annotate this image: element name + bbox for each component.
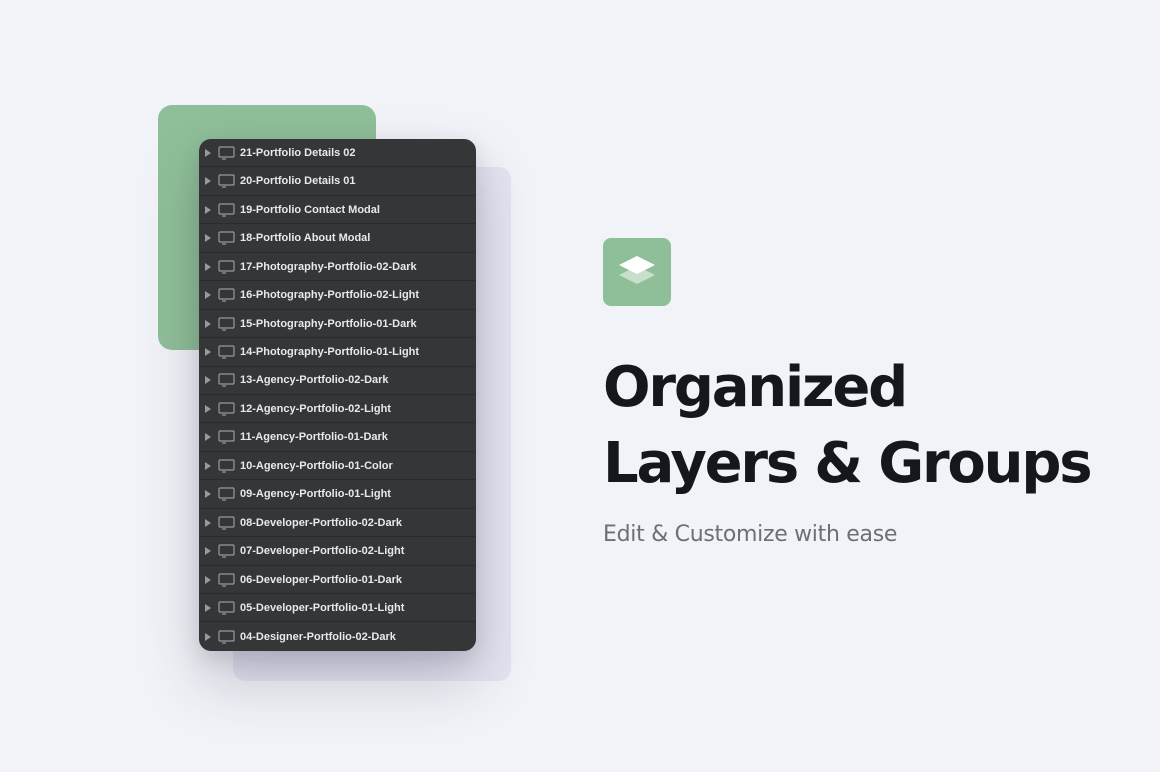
disclosure-triangle-icon[interactable] [205, 632, 211, 641]
artboard-icon [218, 601, 235, 615]
layer-row[interactable]: 11-Agency-Portfolio-01-Dark [199, 424, 476, 452]
layer-label: 18-Portfolio About Modal [240, 232, 371, 245]
disclosure-triangle-icon[interactable] [205, 262, 211, 271]
artboard-icon [218, 487, 235, 501]
layer-row[interactable]: 07-Developer-Portfolio-02-Light [199, 538, 476, 566]
artboard-icon [218, 260, 235, 274]
disclosure-triangle-icon[interactable] [205, 234, 211, 243]
layer-label: 08-Developer-Portfolio-02-Dark [240, 516, 402, 529]
layer-row[interactable]: 04-Designer-Portfolio-02-Dark [199, 623, 476, 651]
disclosure-triangle-icon[interactable] [205, 433, 211, 442]
feature-subtitle: Edit & Customize with ease [603, 522, 898, 547]
layer-row[interactable]: 20-Portfolio Details 01 [199, 168, 476, 196]
layer-label: 06-Developer-Portfolio-01-Dark [240, 573, 402, 586]
layer-label: 09-Agency-Portfolio-01-Light [240, 488, 391, 501]
layer-row[interactable]: 08-Developer-Portfolio-02-Dark [199, 509, 476, 538]
disclosure-triangle-icon[interactable] [205, 490, 211, 499]
layer-row[interactable]: 12-Agency-Portfolio-02-Light [199, 395, 476, 424]
layer-row[interactable]: 15-Photography-Portfolio-01-Dark [199, 310, 476, 339]
artboard-icon [218, 316, 235, 331]
artboard-icon [218, 430, 235, 444]
layer-label: 19-Portfolio Contact Modal [240, 203, 380, 216]
artboard-icon [218, 516, 235, 530]
layer-row[interactable]: 05-Developer-Portfolio-01-Light [199, 594, 476, 623]
disclosure-triangle-icon[interactable] [205, 404, 211, 413]
artboard-icon [218, 231, 235, 245]
disclosure-triangle-icon[interactable] [205, 461, 211, 470]
disclosure-triangle-icon[interactable] [205, 575, 211, 584]
heading-line-1: Organized [603, 355, 908, 420]
layer-row[interactable]: 10-Agency-Portfolio-01-Color [199, 452, 476, 481]
layer-label: 15-Photography-Portfolio-01-Dark [240, 317, 417, 330]
layer-row[interactable]: 14-Photography-Portfolio-01-Light [199, 339, 476, 367]
layer-label: 11-Agency-Portfolio-01-Dark [240, 431, 388, 444]
disclosure-triangle-icon[interactable] [205, 547, 211, 556]
disclosure-triangle-icon[interactable] [205, 348, 211, 356]
artboard-icon [218, 544, 235, 558]
disclosure-triangle-icon[interactable] [205, 518, 211, 527]
artboard-icon [218, 630, 235, 644]
artboard-icon [218, 146, 235, 160]
layer-row[interactable]: 18-Portfolio About Modal [199, 225, 476, 253]
layer-label: 14-Photography-Portfolio-01-Light [240, 346, 420, 358]
artboard-icon [218, 345, 235, 359]
artboard-icon [218, 572, 235, 587]
disclosure-triangle-icon[interactable] [205, 319, 211, 328]
layer-row[interactable]: 17-Photography-Portfolio-02-Dark [199, 253, 476, 282]
layer-label: 17-Photography-Portfolio-02-Dark [240, 260, 417, 273]
artboard-icon [218, 373, 235, 388]
layer-row[interactable]: 19-Portfolio Contact Modal [199, 196, 476, 225]
artboard-icon [218, 288, 235, 302]
disclosure-triangle-icon[interactable] [205, 205, 211, 214]
layer-row[interactable]: 09-Agency-Portfolio-01-Light [199, 481, 476, 509]
disclosure-triangle-icon[interactable] [205, 148, 211, 157]
layer-label: 20-Portfolio Details 01 [240, 175, 356, 188]
layer-row[interactable]: 21-Portfolio Details 02 [199, 139, 476, 168]
artboard-icon [218, 459, 235, 473]
artboard-icon [218, 174, 235, 188]
heading-line-2: Layers & Groups [603, 431, 1093, 496]
layer-label: 13-Agency-Portfolio-02-Dark [240, 374, 389, 387]
layers-app-icon [603, 238, 671, 306]
layer-row[interactable]: 13-Agency-Portfolio-02-Dark [199, 367, 476, 395]
layer-row[interactable]: 06-Developer-Portfolio-01-Dark [199, 566, 476, 594]
artboard-icon [218, 203, 235, 217]
disclosure-triangle-icon[interactable] [205, 603, 211, 612]
disclosure-triangle-icon[interactable] [205, 177, 211, 186]
layer-row[interactable]: 16-Photography-Portfolio-02-Light [199, 282, 476, 310]
layer-label: 12-Agency-Portfolio-02-Light [240, 402, 391, 415]
layer-label: 04-Designer-Portfolio-02-Dark [240, 630, 396, 643]
artboard-icon [218, 402, 235, 416]
layers-panel: 21-Portfolio Details 02 20-Portfolio Det… [199, 139, 476, 651]
layer-label: 21-Portfolio Details 02 [240, 146, 356, 159]
disclosure-triangle-icon[interactable] [205, 376, 211, 385]
layer-label: 05-Developer-Portfolio-01-Light [240, 601, 405, 614]
layer-label: 16-Photography-Portfolio-02-Light [240, 289, 420, 302]
layers-icon [619, 256, 655, 284]
layer-label: 07-Developer-Portfolio-02-Light [240, 545, 405, 558]
layer-label: 10-Agency-Portfolio-01-Color [240, 459, 393, 472]
disclosure-triangle-icon[interactable] [205, 291, 211, 300]
feature-heading: Organized Layers & Groups [603, 350, 1093, 502]
